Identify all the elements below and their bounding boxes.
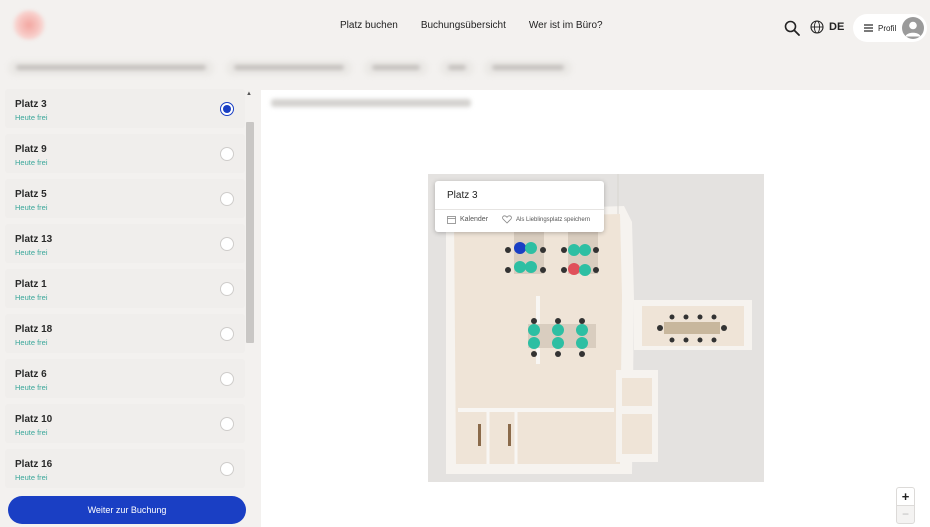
- desk-item-platz-16[interactable]: Platz 16 Heute frei: [5, 449, 245, 488]
- user-icon: [905, 21, 921, 37]
- desk-status: Heute frei: [15, 158, 48, 167]
- filter-chip-time[interactable]: [364, 60, 428, 76]
- desk-title: Platz 18: [15, 324, 53, 335]
- nav-buchungsuebersicht[interactable]: Buchungsübersicht: [421, 20, 506, 31]
- desk-item-platz-5[interactable]: Platz 5 Heute frei: [5, 179, 245, 218]
- favorite-label: Als Lieblingsplatz speichern: [516, 216, 591, 223]
- desk-list-scroll-thumb[interactable]: [246, 122, 254, 343]
- calendar-icon: [447, 216, 456, 224]
- desk-title: Platz 9: [15, 144, 47, 155]
- desk-title: Platz 10: [15, 414, 53, 425]
- desk-radio-selected[interactable]: [220, 102, 234, 116]
- search-icon[interactable]: [784, 20, 800, 36]
- desk-list: Platz 3 Heute frei Platz 9 Heute frei Pl…: [5, 89, 245, 491]
- desk-item-platz-10[interactable]: Platz 10 Heute frei: [5, 404, 245, 443]
- desk-item-platz-1[interactable]: Platz 1 Heute frei: [5, 269, 245, 308]
- zoom-out-button[interactable]: −: [896, 505, 915, 524]
- desk-title: Platz 6: [15, 369, 47, 380]
- scroll-up-arrow-icon[interactable]: ▲: [246, 91, 252, 97]
- desk-status: Heute frei: [15, 203, 48, 212]
- popup-favorite-link[interactable]: Als Lieblingsplatz speichern: [502, 215, 590, 224]
- filter-chip-more[interactable]: [484, 60, 572, 76]
- desk-item-platz-9[interactable]: Platz 9 Heute frei: [5, 134, 245, 173]
- globe-icon: [810, 20, 824, 34]
- desk-radio[interactable]: [220, 372, 234, 386]
- language-label: DE: [829, 21, 845, 33]
- desk-radio[interactable]: [220, 462, 234, 476]
- desk-item-platz-13[interactable]: Platz 13 Heute frei: [5, 224, 245, 263]
- desk-status: Heute frei: [15, 248, 48, 257]
- nav-platz-buchen[interactable]: Platz buchen: [340, 20, 398, 31]
- popup-divider: [435, 209, 604, 210]
- desk-radio[interactable]: [220, 417, 234, 431]
- menu-icon: [864, 24, 873, 32]
- continue-booking-button[interactable]: Weiter zur Buchung: [8, 496, 246, 524]
- header: Platz buchen Buchungsübersicht Wer ist i…: [0, 0, 930, 56]
- filter-bar: [0, 56, 930, 80]
- desk-status: Heute frei: [15, 428, 48, 437]
- desk-radio[interactable]: [220, 147, 234, 161]
- desk-item-platz-6[interactable]: Platz 6 Heute frei: [5, 359, 245, 398]
- filter-chip-date[interactable]: [226, 60, 352, 76]
- map-panel: Platz 3 Kalender Als Lieblingsplatz spei…: [261, 90, 930, 527]
- calendar-label: Kalender: [460, 216, 489, 223]
- heart-icon: [502, 215, 512, 224]
- popup-title: Platz 3: [447, 190, 478, 201]
- desk-status: Heute frei: [15, 293, 48, 302]
- desk-status: Heute frei: [15, 113, 48, 122]
- filter-chip-location[interactable]: [8, 60, 214, 76]
- desk-status: Heute frei: [15, 473, 48, 482]
- desk-title: Platz 1: [15, 279, 47, 290]
- profile-label: Profil: [878, 23, 897, 33]
- desk-popup: Platz 3 Kalender Als Lieblingsplatz spei…: [435, 181, 604, 232]
- zoom-in-button[interactable]: +: [896, 487, 915, 506]
- desk-title: Platz 13: [15, 234, 53, 245]
- desk-radio[interactable]: [220, 237, 234, 251]
- language-switcher[interactable]: DE: [810, 20, 844, 34]
- desk-radio[interactable]: [220, 327, 234, 341]
- map-heading-blurred: [271, 99, 471, 107]
- desk-item-platz-3[interactable]: Platz 3 Heute frei: [5, 89, 245, 128]
- desk-radio[interactable]: [220, 192, 234, 206]
- popup-calendar-link[interactable]: Kalender: [447, 215, 488, 224]
- desk-title: Platz 5: [15, 189, 47, 200]
- filter-chip-type[interactable]: [440, 60, 474, 76]
- desk-status: Heute frei: [15, 383, 48, 392]
- desk-radio[interactable]: [220, 282, 234, 296]
- main-nav: Platz buchen Buchungsübersicht Wer ist i…: [340, 20, 603, 31]
- desk-title: Platz 3: [15, 99, 47, 110]
- profile-button[interactable]: Profil: [853, 14, 927, 42]
- desk-title: Platz 16: [15, 459, 53, 470]
- logo[interactable]: [12, 10, 46, 40]
- nav-wer-ist-im-buero[interactable]: Wer ist im Büro?: [529, 20, 603, 31]
- avatar: [902, 17, 924, 39]
- desk-item-platz-18[interactable]: Platz 18 Heute frei: [5, 314, 245, 353]
- desk-status: Heute frei: [15, 338, 48, 347]
